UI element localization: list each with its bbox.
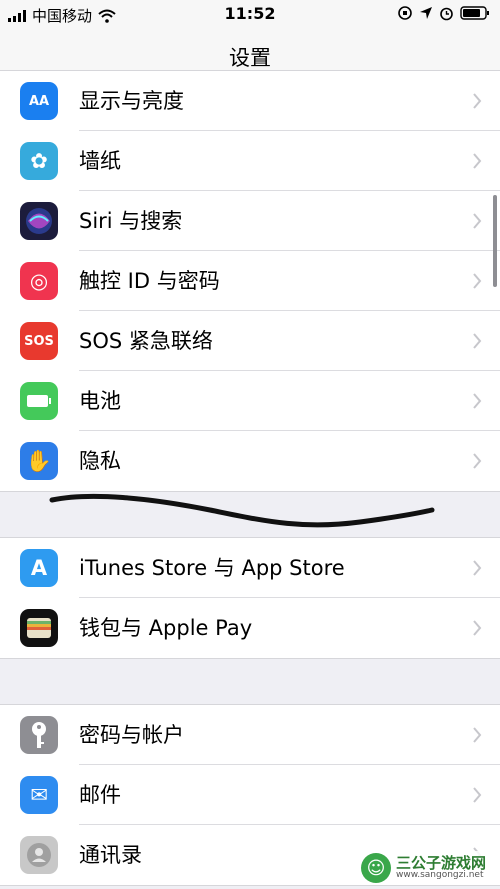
settings-row[interactable]: ✉ 邮件 [0, 765, 500, 825]
watermark-logo-icon: ☺ [360, 853, 391, 883]
settings-row-label: 钱包与 Apple Pay [79, 616, 253, 640]
battery-status-icon [460, 6, 489, 20]
scrollbar[interactable] [493, 195, 497, 287]
chevron-right-icon [473, 273, 482, 289]
chevron-right-icon [473, 153, 482, 169]
icon-glyph: ✉ [30, 783, 48, 807]
status-right [397, 5, 490, 21]
rotation-lock-icon [398, 6, 412, 20]
settings-row-label: Siri 与搜索 [79, 209, 183, 233]
icon-glyph: SOS [24, 333, 54, 349]
watermark: ☺ 三公子游戏网 www.sangongzi.net [354, 851, 492, 885]
wallet-icon [20, 609, 58, 647]
chevron-right-icon [473, 787, 482, 803]
settings-row[interactable]: ✿ 墙纸 [0, 131, 500, 191]
settings-row-label: iTunes Store 与 App Store [79, 556, 345, 580]
icon-glyph: ◎ [29, 269, 49, 293]
handwritten-stroke [49, 493, 435, 528]
display-brightness-icon: AA [20, 82, 58, 120]
watermark-text: 三公子游戏网 www.sangongzi.net [396, 855, 486, 881]
chevron-right-icon [473, 620, 482, 636]
chevron-right-icon [473, 727, 482, 743]
icon-glyph: ✿ [30, 149, 48, 173]
wallpaper-icon: ✿ [20, 142, 58, 180]
privacy-hand-icon: ✋ [20, 442, 58, 480]
settings-row-label: 电池 [79, 389, 121, 413]
battery-icon [20, 382, 58, 420]
chevron-right-icon [473, 560, 482, 576]
chevron-right-icon [473, 393, 482, 409]
chevron-right-icon [473, 333, 482, 349]
settings-row-label: 密码与帐户 [79, 723, 184, 747]
settings-row-label: 显示与亮度 [79, 89, 184, 113]
fingerprint-icon: ◎ [20, 262, 58, 300]
chevron-right-icon [473, 93, 482, 109]
alarm-icon [440, 7, 453, 20]
icon-glyph: A [30, 556, 48, 580]
watermark-name: 三公子游戏网 [395, 853, 486, 872]
settings-row[interactable]: 钱包与 Apple Pay [0, 598, 500, 658]
settings-group-general: AA 显示与亮度 ✿ 墙纸 Siri 与搜索 ◎ 触控 ID 与密码 SOS SOS 紧急联络电… [0, 70, 500, 492]
mail-icon: ✉ [20, 776, 58, 814]
settings-row[interactable]: SOS SOS 紧急联络 [0, 311, 500, 371]
app-store-icon: A [20, 549, 58, 587]
chevron-right-icon [473, 453, 482, 469]
settings-row-label: 邮件 [79, 783, 121, 807]
watermark-url: www.sangongzi.net [395, 870, 484, 881]
settings-row-label: 墙纸 [79, 149, 121, 173]
icon-glyph: ✋ [25, 448, 53, 473]
location-icon [420, 7, 432, 19]
sos-icon: SOS [20, 322, 58, 360]
settings-row[interactable]: ◎ 触控 ID 与密码 [0, 251, 500, 311]
settings-row-label: SOS 紧急联络 [79, 329, 213, 353]
chevron-right-icon [473, 213, 482, 229]
settings-row[interactable]: AA 显示与亮度 [0, 71, 500, 131]
icon-glyph: AA [28, 93, 50, 109]
settings-row-label: 通讯录 [79, 843, 142, 867]
settings-row[interactable]: Siri 与搜索 [0, 191, 500, 251]
settings-row[interactable]: 密码与帐户 [0, 705, 500, 765]
settings-row-label: 触控 ID 与密码 [79, 269, 220, 293]
page-title: 设置 [229, 46, 271, 70]
key-icon [20, 716, 58, 754]
settings-row[interactable]: 电池 [0, 371, 500, 431]
settings-row[interactable]: AiTunes Store 与 App Store [0, 538, 500, 598]
settings-group-store: AiTunes Store 与 App Store 钱包与 Apple Pay [0, 537, 500, 659]
contacts-icon [20, 836, 58, 874]
siri-icon [20, 202, 58, 240]
status-bar: 中国移动 11:52 [0, 0, 500, 28]
